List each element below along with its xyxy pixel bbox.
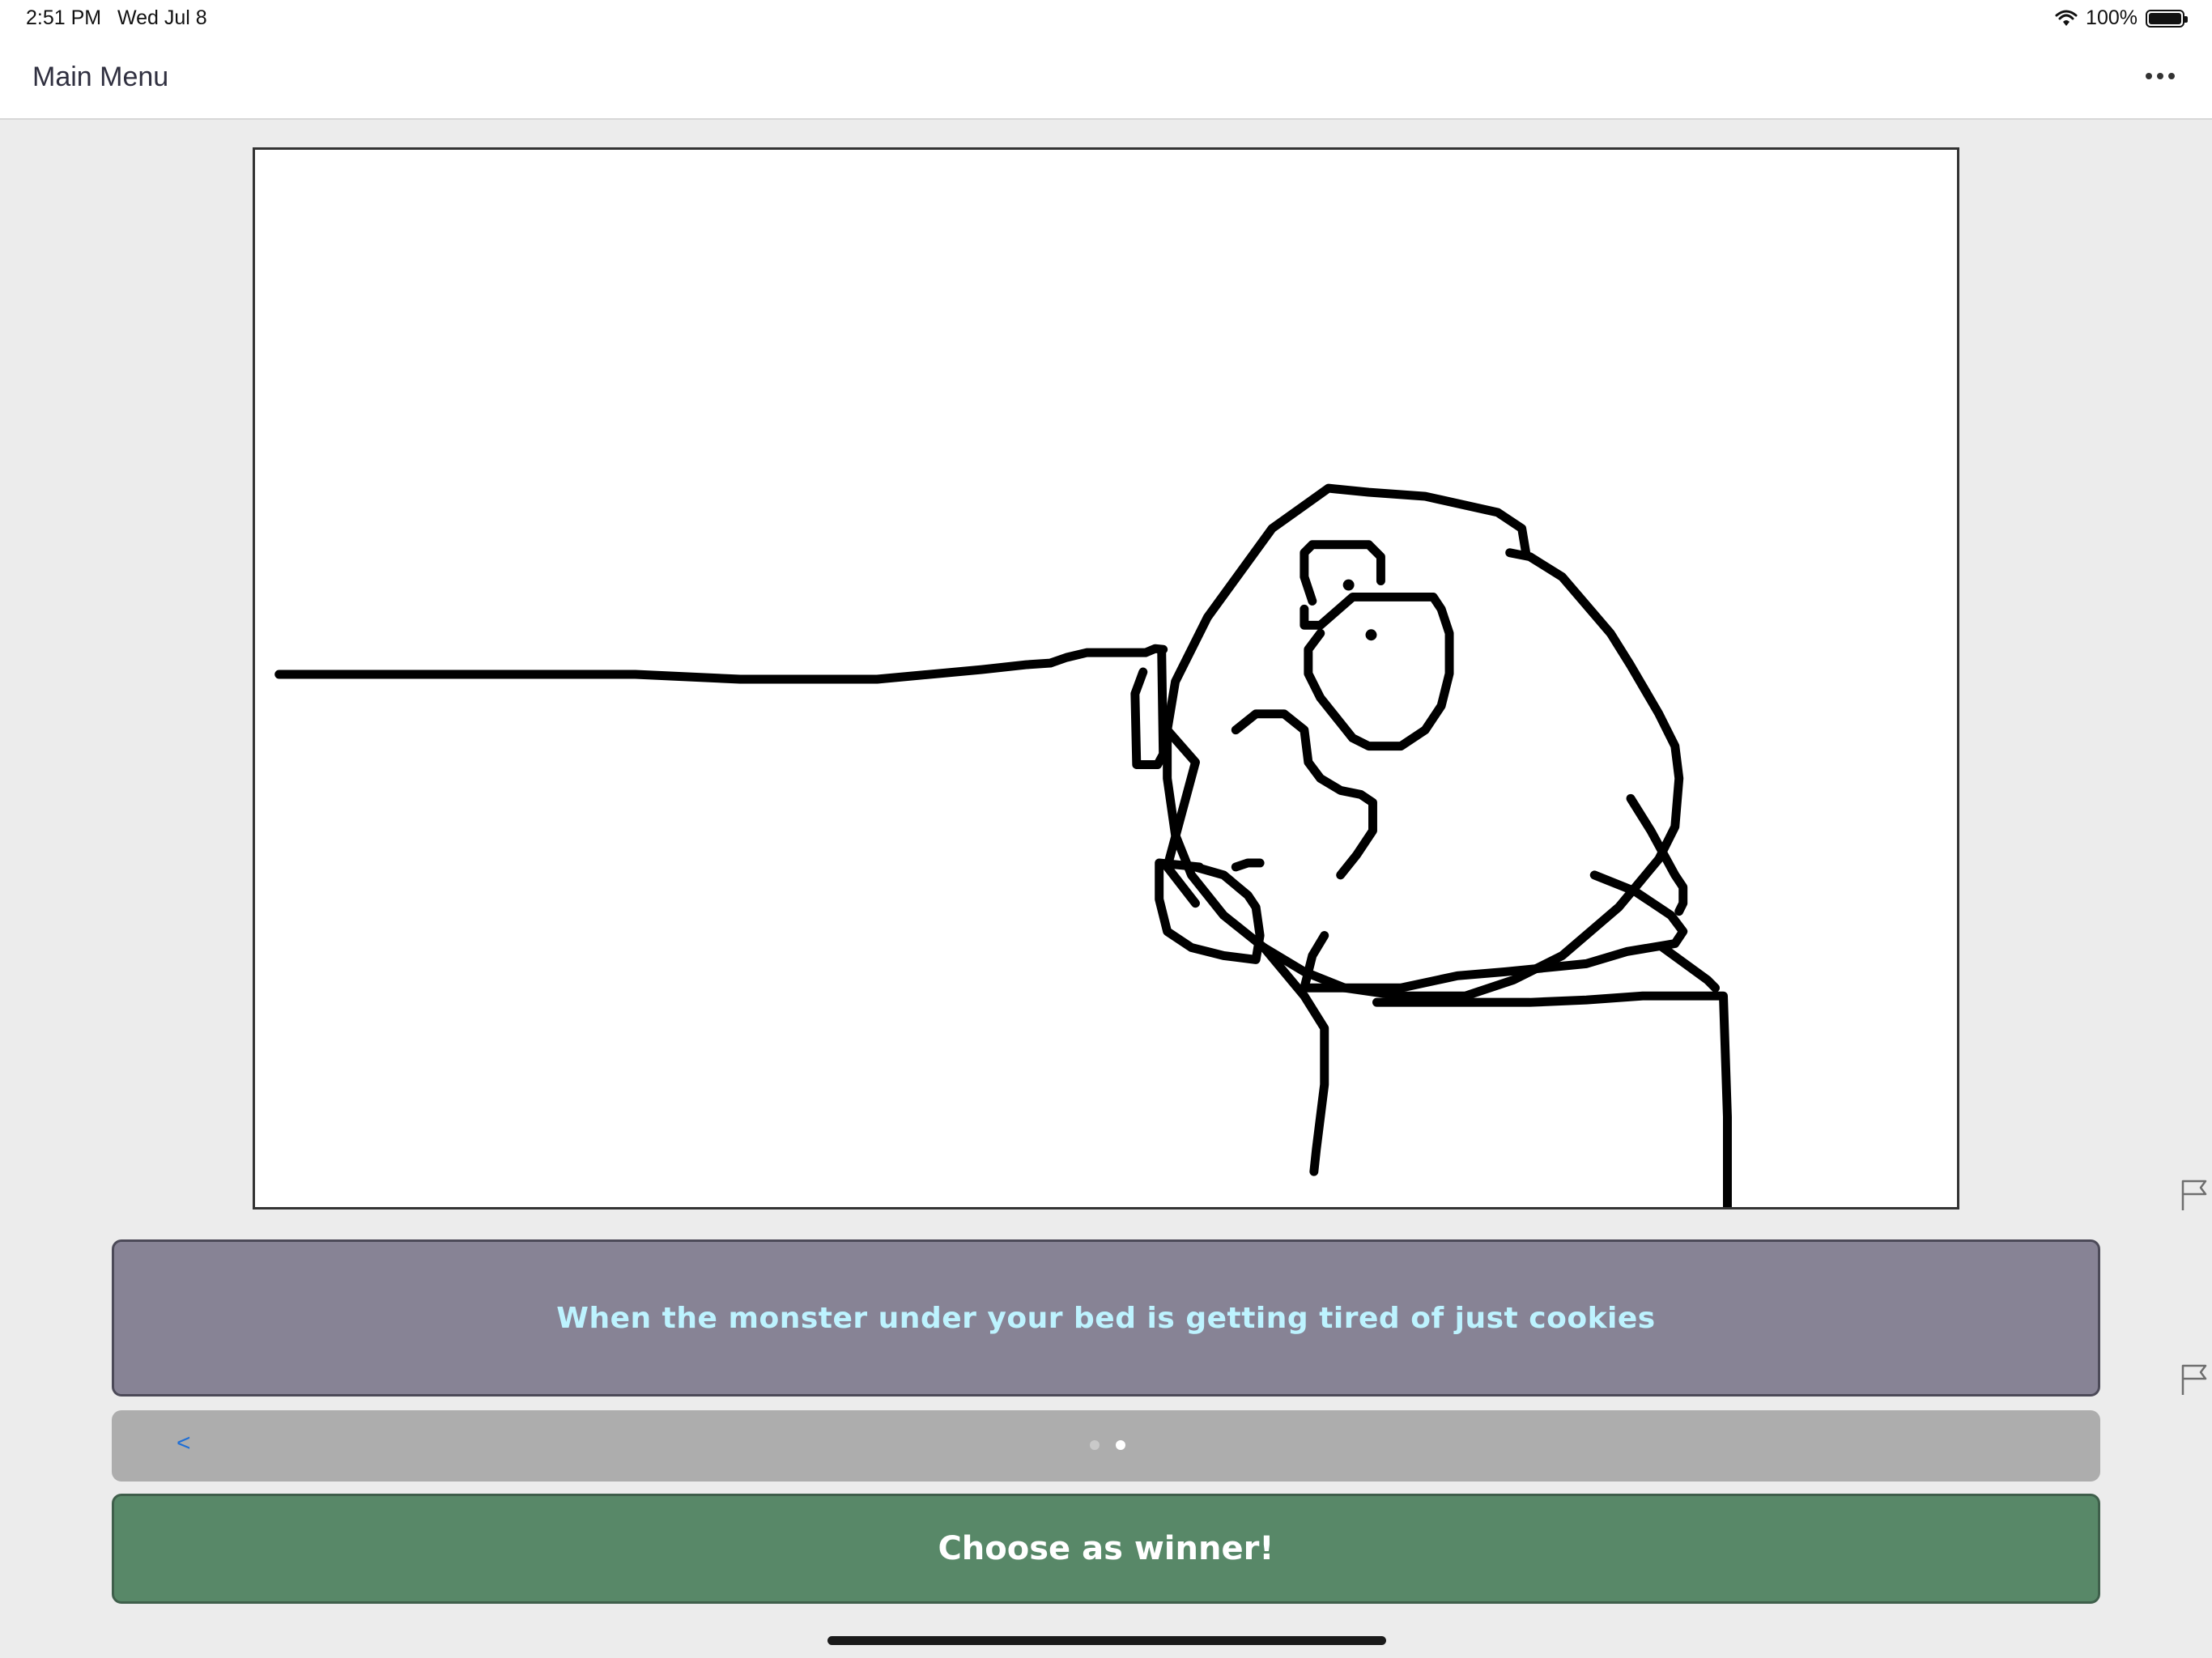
choose-winner-button[interactable]: Choose as winner! bbox=[112, 1494, 2100, 1604]
flag-icon[interactable] bbox=[2180, 1363, 2212, 1398]
battery-icon bbox=[2146, 9, 2188, 28]
flag-icon[interactable] bbox=[2180, 1178, 2212, 1214]
wifi-icon bbox=[2055, 10, 2078, 26]
ellipsis-dot bbox=[2168, 73, 2175, 79]
choose-winner-label: Choose as winner! bbox=[938, 1530, 1274, 1567]
status-indicators: 100% bbox=[2055, 6, 2188, 30]
home-indicator bbox=[827, 1636, 1386, 1645]
page-dots bbox=[1090, 1440, 1125, 1450]
page-dot-active[interactable] bbox=[1116, 1440, 1125, 1450]
stick-figure-drawing bbox=[274, 483, 1732, 1207]
caption-text: When the monster under your bed is getti… bbox=[556, 1301, 1656, 1335]
battery-percent: 100% bbox=[2086, 6, 2138, 29]
status-bar: 2:51 PM Wed Jul 8 100% bbox=[0, 0, 2212, 37]
drawing-canvas bbox=[253, 147, 1959, 1209]
caption-card: When the monster under your bed is getti… bbox=[112, 1239, 2100, 1397]
ellipsis-dot bbox=[2157, 73, 2163, 79]
more-options-button[interactable] bbox=[2134, 60, 2186, 92]
ellipsis-dot bbox=[2146, 73, 2152, 79]
status-date: Wed Jul 8 bbox=[117, 6, 207, 29]
main-menu-link[interactable]: Main Menu bbox=[32, 62, 168, 93]
page-dot[interactable] bbox=[1090, 1440, 1100, 1450]
navigation-bar: Main Menu bbox=[0, 37, 2212, 120]
previous-page-button[interactable]: < bbox=[177, 1430, 191, 1457]
page-indicator-bar: < bbox=[112, 1410, 2100, 1482]
status-time: 2:51 PM bbox=[26, 6, 102, 29]
